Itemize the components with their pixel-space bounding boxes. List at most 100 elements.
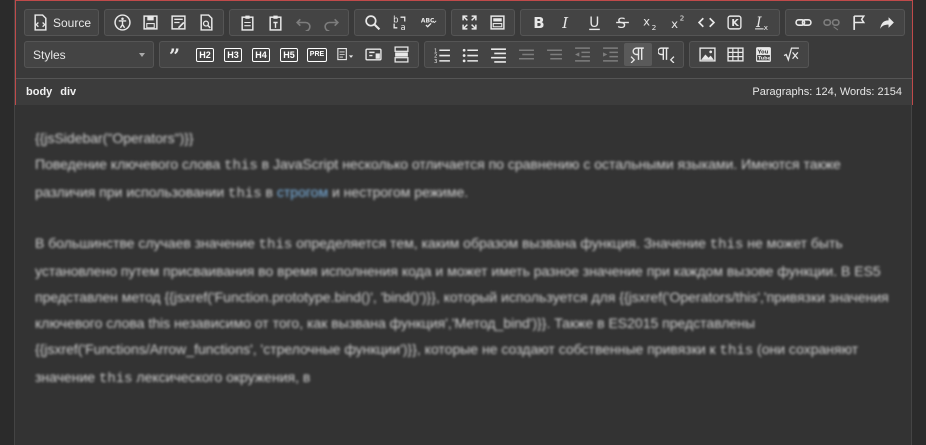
undo-button[interactable] (289, 11, 317, 34)
redo-button[interactable] (317, 11, 345, 34)
find-button[interactable] (358, 11, 386, 34)
youtube-button[interactable]: You Tube (749, 43, 777, 66)
breadcrumb-body[interactable]: body (26, 86, 52, 98)
code-icon (697, 17, 715, 28)
remove-format-icon: Ix (754, 15, 768, 31)
heading-h2-button[interactable]: H2 (191, 43, 219, 66)
youtube-icon: YouTube (755, 47, 771, 62)
share-button[interactable] (873, 11, 901, 34)
save-button[interactable] (136, 11, 164, 34)
strikethrough-icon: S (615, 16, 629, 31)
text-direction-rtl-button[interactable] (652, 43, 680, 66)
flag-icon (852, 15, 865, 30)
text-run: лексического окружения, в (132, 369, 311, 385)
outdent-button[interactable] (568, 43, 596, 66)
group-links (785, 9, 906, 36)
definition-desc-button[interactable] (540, 43, 568, 66)
group-lists: 123 (424, 41, 684, 68)
math-formula-button[interactable] (777, 43, 805, 66)
source-label: Source (53, 15, 92, 30)
replace-button[interactable]: ba (386, 11, 414, 34)
preview-button[interactable] (192, 11, 220, 34)
paste-text-icon (268, 15, 282, 31)
group-insert: You Tube (689, 41, 809, 68)
superscript-icon: x2 (671, 14, 684, 31)
svg-text:”: ” (169, 46, 180, 63)
svg-text:I: I (561, 14, 569, 31)
breadcrumb-div[interactable]: div (60, 86, 76, 98)
remove-format-button[interactable]: Ix (748, 11, 776, 34)
search-icon (364, 15, 380, 31)
superscript-button[interactable]: x2 (664, 11, 692, 34)
bold-button[interactable]: B (524, 11, 552, 34)
blockquote-button[interactable]: ” (163, 43, 191, 66)
toolbar-row-1: Source ba ABC B I U S x 2 x 2 K I x (24, 9, 910, 36)
embed-button[interactable] (387, 43, 415, 66)
forward-arrow-icon (879, 17, 894, 29)
table-button[interactable] (721, 43, 749, 66)
svg-text:S: S (617, 16, 626, 31)
heading-h5-button[interactable]: H5 (275, 43, 303, 66)
spellcheck-button[interactable]: ABC (414, 11, 442, 34)
underline-button[interactable]: U (580, 11, 608, 34)
strict-mode-link[interactable]: строгом (277, 184, 328, 200)
rtl-paragraph-icon (657, 47, 674, 63)
paste-text-button[interactable] (261, 11, 289, 34)
editor-content[interactable]: {{jsSidebar("Operators")}} Поведение клю… (35, 125, 895, 445)
subscript-icon: x2 (643, 15, 656, 31)
underline-icon: U (588, 15, 600, 31)
text-run: и нестрогом режиме. (328, 184, 469, 200)
strike-button[interactable]: S (608, 11, 636, 34)
subscript-button[interactable]: x2 (636, 11, 664, 34)
templates-insert-button[interactable] (331, 43, 359, 66)
svg-text:K: K (731, 18, 739, 29)
word-count: Paragraphs: 124, Words: 2154 (752, 86, 902, 98)
text-run: В большинстве случаев значение (35, 235, 259, 251)
keyboard-button[interactable]: K (720, 11, 748, 34)
indent-icon (602, 47, 618, 62)
italic-icon: I (561, 14, 569, 31)
source-button[interactable]: Source (28, 11, 95, 34)
italic-button[interactable]: I (552, 11, 580, 34)
paste-button[interactable] (233, 11, 261, 34)
heading-h3-button[interactable]: H3 (219, 43, 247, 66)
quote-icon: ” (169, 46, 180, 63)
group-tools (104, 9, 225, 36)
svg-text:a: a (400, 23, 405, 31)
spellcheck-icon: ABC (420, 18, 436, 28)
bullet-list-button[interactable] (456, 43, 484, 66)
formula-icon (783, 47, 799, 62)
templates-button[interactable] (164, 11, 192, 34)
accessibility-button[interactable] (108, 11, 136, 34)
definition-term-icon (518, 49, 534, 60)
text-direction-ltr-button[interactable] (624, 43, 652, 66)
show-blocks-button[interactable] (483, 11, 511, 34)
inline-code: this (258, 237, 293, 253)
editor-toolbar-area: Source ba ABC B I U S x 2 x 2 K I x Styl… (15, 0, 913, 105)
indent-button[interactable] (596, 43, 624, 66)
syntax-button[interactable] (359, 43, 387, 66)
preformatted-button[interactable]: PRE (303, 43, 331, 66)
image-button[interactable] (693, 43, 721, 66)
heading-h4-button[interactable]: H4 (247, 43, 275, 66)
group-view (451, 9, 516, 36)
accessibility-icon (113, 14, 131, 31)
embed-icon (393, 46, 409, 63)
svg-text:3: 3 (434, 59, 437, 63)
styles-dropdown[interactable]: Styles (24, 41, 154, 68)
numbered-list-button[interactable]: 123 (428, 43, 456, 66)
maximize-button[interactable] (455, 11, 483, 34)
inline-code: this (709, 237, 744, 253)
svg-text:U: U (589, 15, 599, 31)
text-run: не может быть установлено путем присваив… (35, 235, 889, 357)
text-run: определяется тем, каким образом вызвана … (292, 235, 710, 251)
link-button[interactable] (789, 11, 817, 34)
definition-term-button[interactable] (512, 43, 540, 66)
definition-list-button[interactable] (484, 43, 512, 66)
code-button[interactable] (692, 11, 720, 34)
heading-h2-label: H2 (196, 47, 214, 62)
anchor-button[interactable] (845, 11, 873, 34)
unlink-button[interactable] (817, 11, 845, 34)
paragraph-2: В большинстве случаев значение this опре… (35, 230, 895, 392)
svg-text:x: x (671, 17, 678, 31)
